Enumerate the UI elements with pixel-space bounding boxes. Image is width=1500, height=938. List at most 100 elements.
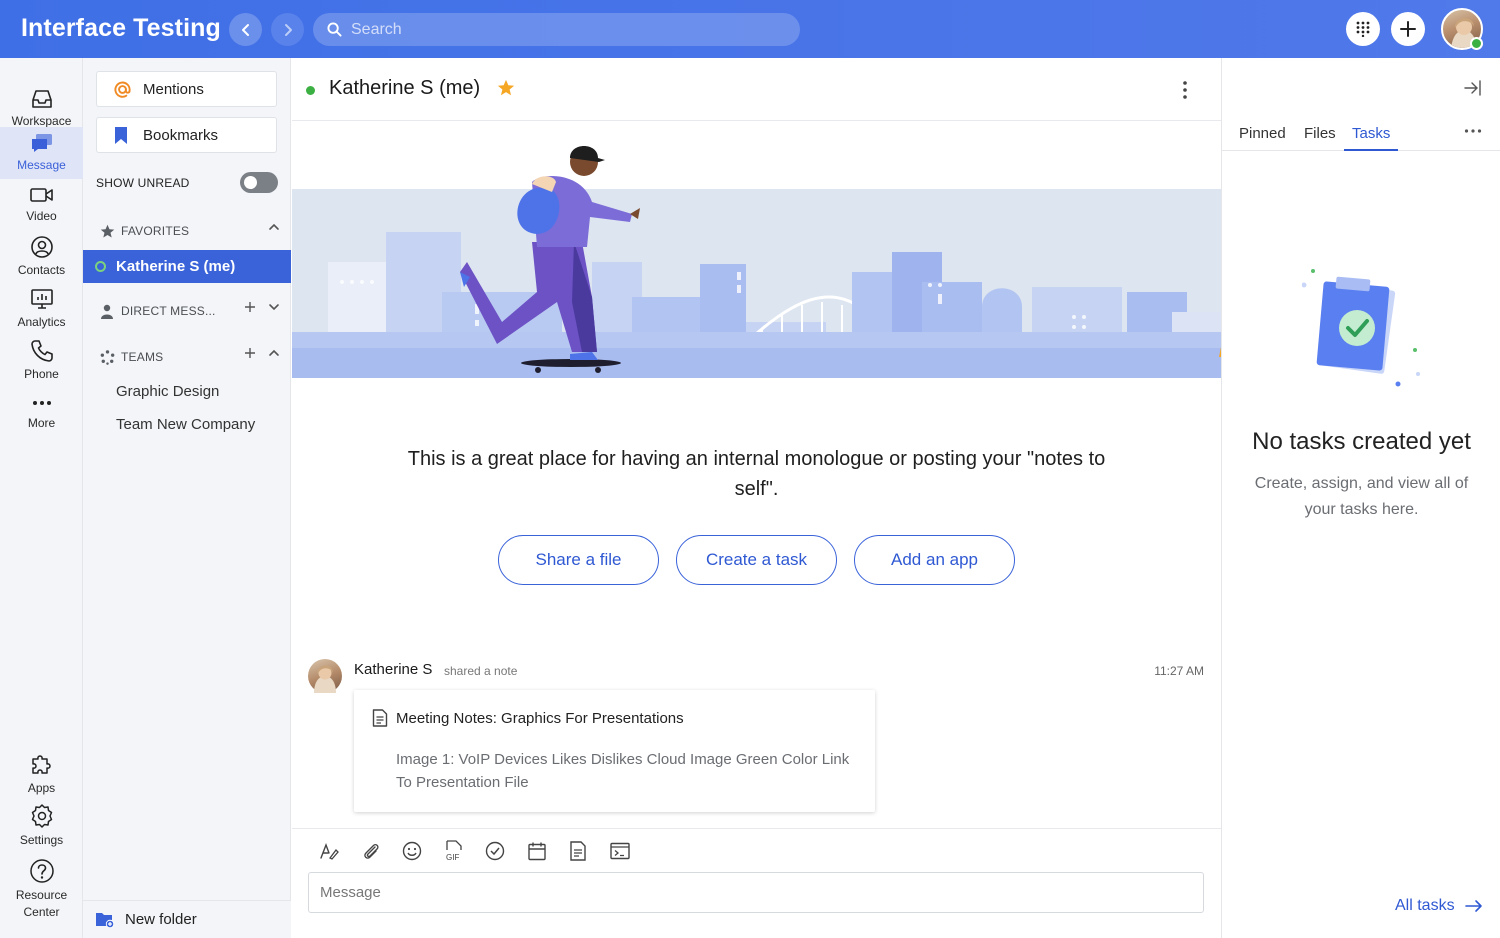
teams-title: TEAMS (121, 350, 164, 364)
rail-label: Resource Center (15, 888, 68, 919)
favorites-section-header[interactable]: FAVORITES (100, 221, 280, 241)
rail-item-video[interactable]: Video (0, 179, 83, 231)
phone-icon (30, 340, 53, 363)
chevron-down-icon[interactable] (268, 301, 280, 313)
rail-item-message[interactable]: Message (0, 127, 83, 179)
rail-item-more[interactable]: More (0, 387, 83, 439)
mentions-button[interactable]: Mentions (96, 71, 277, 107)
folder-add-icon (96, 912, 115, 928)
empty-tasks-illustration (1302, 269, 1420, 387)
note-button[interactable] (567, 840, 589, 862)
empty-state-subtitle: Create, assign, and view all of your tas… (1254, 475, 1469, 518)
right-panel-tabs: Pinned Files Tasks (1222, 122, 1500, 151)
rail-item-contacts[interactable]: Contacts (0, 231, 83, 283)
task-button[interactable] (484, 840, 506, 862)
composer-divider (292, 828, 1221, 829)
paperclip-icon (364, 843, 379, 859)
rail-item-analytics[interactable]: Analytics (0, 283, 83, 335)
chevron-left-icon (241, 23, 249, 36)
rail-label: Contacts (17, 263, 66, 278)
format-text-button[interactable] (318, 840, 340, 862)
new-folder-label: New folder (125, 911, 197, 928)
search-placeholder: Search (351, 20, 402, 38)
create-button[interactable] (1391, 12, 1425, 46)
teams-section-header[interactable]: TEAMS (100, 347, 280, 367)
plus-icon (1400, 21, 1416, 37)
plus-icon[interactable] (244, 301, 256, 313)
tab-tasks[interactable]: Tasks (1344, 125, 1399, 151)
mentions-label: Mentions (143, 80, 204, 98)
favorite-star-icon[interactable] (497, 79, 515, 97)
online-status-dot (95, 261, 106, 272)
channel-sidebar: Mentions Bookmarks SHOW UNREAD FAVORITES… (83, 58, 291, 938)
rail-item-resource-center[interactable]: Resource Center (0, 858, 83, 920)
forward-button[interactable] (271, 13, 304, 46)
arrow-right-icon (1464, 900, 1482, 912)
chevron-up-icon[interactable] (268, 221, 280, 233)
all-tasks-label: All tasks (1395, 897, 1455, 914)
new-folder-button[interactable]: New folder (83, 900, 291, 938)
more-icon[interactable] (1464, 128, 1482, 134)
rail-label: More (27, 416, 56, 431)
all-tasks-link[interactable]: All tasks (1395, 897, 1483, 915)
conversation-header: Katherine S (me) (292, 58, 1221, 121)
collapse-panel-icon[interactable] (1464, 80, 1482, 96)
analytics-icon (30, 289, 53, 310)
message-input[interactable] (308, 872, 1204, 913)
rail-item-settings[interactable]: Settings (0, 800, 83, 852)
left-rail: Workspace Message Video Contacts Analyti… (0, 58, 83, 938)
right-panel: Pinned Files Tasks No tasks created yet … (1221, 58, 1500, 938)
rail-label: Video (26, 209, 57, 224)
format-text-icon (320, 843, 339, 860)
team-item-team-new-company[interactable]: Team New Company (116, 416, 255, 433)
plus-icon[interactable] (244, 347, 256, 359)
search-input[interactable]: Search (313, 13, 800, 46)
terminal-icon (610, 842, 630, 860)
rail-label: Settings (19, 833, 64, 848)
bookmark-icon (115, 126, 127, 144)
tab-files[interactable]: Files (1304, 125, 1336, 151)
calendar-button[interactable] (526, 840, 548, 862)
code-snippet-button[interactable] (609, 840, 631, 862)
teams-icon (100, 349, 115, 365)
message-author[interactable]: Katherine S (354, 661, 432, 678)
person-icon (101, 304, 113, 319)
avatar-portrait (314, 665, 336, 693)
chevron-up-icon[interactable] (268, 347, 280, 359)
message-timestamp: 11:27 AM (1154, 664, 1204, 678)
note-body: Image 1: VoIP Devices Likes Dislikes Clo… (396, 751, 850, 792)
top-bar: Interface Testing Search (0, 0, 1500, 58)
note-title: Meeting Notes: Graphics For Presentation… (396, 710, 684, 727)
share-file-button[interactable]: Share a file (498, 535, 659, 585)
more-icon (32, 401, 51, 406)
create-task-button[interactable]: Create a task (676, 535, 837, 585)
app-title: Interface Testing (21, 14, 221, 42)
rail-label: Phone (24, 367, 59, 382)
kebab-menu-icon[interactable] (1181, 80, 1189, 100)
bookmarks-button[interactable]: Bookmarks (96, 117, 277, 153)
add-app-button[interactable]: Add an app (854, 535, 1015, 585)
rail-item-apps[interactable]: Apps (0, 748, 83, 800)
shared-note-card[interactable]: Meeting Notes: Graphics For Presentation… (354, 690, 875, 812)
direct-messages-section-header[interactable]: DIRECT MESS... (100, 301, 280, 321)
team-item-graphic-design[interactable]: Graphic Design (116, 383, 219, 400)
gif-button[interactable]: GIF (443, 840, 465, 862)
rail-label: Analytics (17, 315, 66, 330)
dialpad-icon (1356, 21, 1370, 37)
welcome-illustration (292, 146, 1221, 378)
rail-label: Message (17, 158, 66, 173)
note-icon (570, 841, 586, 861)
favorite-item-katherine[interactable]: Katherine S (me) (83, 250, 291, 283)
back-button[interactable] (229, 13, 262, 46)
message-avatar[interactable] (308, 659, 342, 693)
show-unread-toggle[interactable] (240, 172, 278, 193)
rail-label: Apps (27, 781, 56, 796)
attach-file-button[interactable] (360, 840, 382, 862)
empty-state-title: No tasks created yet (1252, 428, 1471, 455)
app-grid-button[interactable] (1346, 12, 1380, 46)
gif-icon: GIF (446, 840, 462, 862)
bookmarks-label: Bookmarks (143, 126, 219, 144)
tab-pinned[interactable]: Pinned (1239, 125, 1286, 151)
rail-item-phone[interactable]: Phone (0, 335, 83, 387)
emoji-button[interactable] (401, 840, 423, 862)
